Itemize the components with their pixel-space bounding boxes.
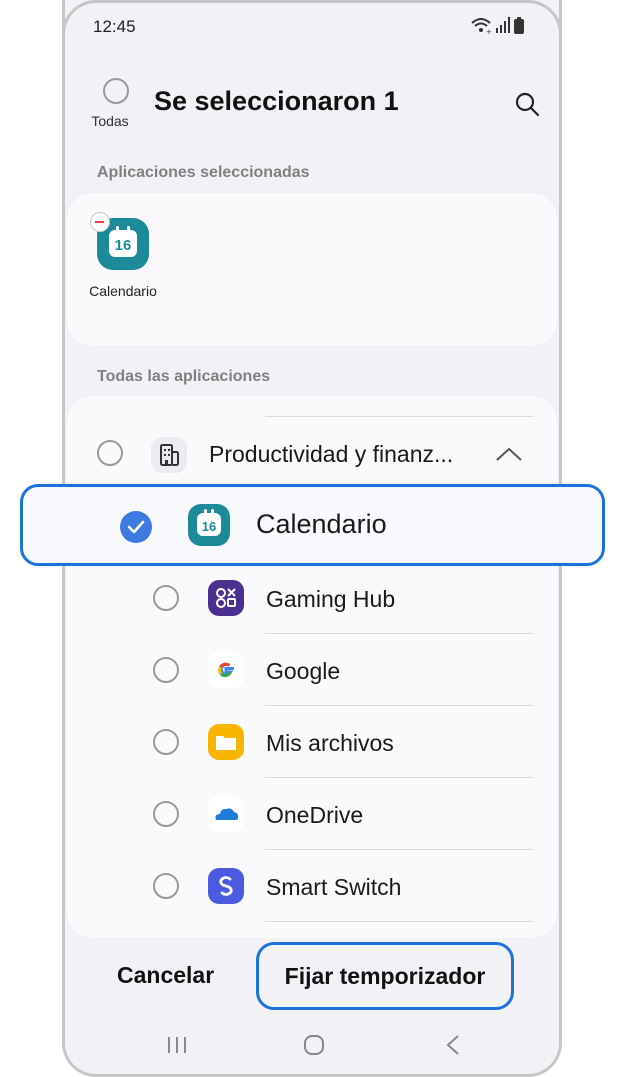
onedrive-icon — [208, 796, 244, 832]
calendar-icon-number: 16 — [201, 519, 217, 534]
divider — [265, 921, 533, 922]
app-row-onedrive[interactable]: OneDrive — [67, 778, 557, 850]
calendar-icon-number: 16 — [114, 237, 132, 254]
app-row-calendario[interactable]: 16 Calendario — [20, 484, 605, 566]
app-checkbox[interactable] — [153, 585, 179, 611]
chevron-up-icon[interactable] — [495, 445, 523, 463]
recents-icon[interactable] — [166, 1030, 188, 1060]
app-label: Gaming Hub — [266, 586, 396, 612]
set-timer-button[interactable]: Fijar temporizador — [256, 942, 514, 1010]
building-icon — [151, 437, 187, 473]
app-checkbox[interactable] — [153, 729, 179, 755]
signal-icon — [496, 17, 510, 33]
app-row-mis-archivos[interactable]: Mis archivos — [67, 706, 557, 778]
app-row-gaming-hub[interactable]: Gaming Hub — [67, 562, 557, 634]
app-label: Google — [266, 658, 341, 684]
svg-text:+: + — [486, 28, 492, 34]
select-all-checkbox[interactable] — [102, 78, 129, 104]
calendar-icon: 16 — [188, 504, 230, 546]
app-label: OneDrive — [266, 802, 364, 828]
category-label: Productividad y finanz... — [209, 441, 454, 467]
cancel-button[interactable]: Cancelar — [117, 962, 214, 989]
home-icon[interactable] — [302, 1030, 326, 1060]
app-checkbox[interactable] — [153, 657, 179, 683]
gaming-hub-icon — [208, 580, 244, 616]
search-icon[interactable] — [513, 90, 541, 118]
divider — [265, 416, 533, 417]
select-all-label: Todas — [91, 113, 129, 129]
google-icon — [208, 652, 244, 688]
folder-icon — [208, 724, 244, 760]
category-checkbox[interactable] — [97, 440, 123, 466]
app-row-smart-switch[interactable]: Smart Switch — [67, 850, 557, 922]
app-checkbox[interactable] — [153, 873, 179, 899]
all-apps-heading: Todas las aplicaciones — [97, 368, 271, 385]
select-all-toggle[interactable]: Todas — [86, 78, 134, 138]
app-label: Calendario — [256, 509, 387, 539]
app-label: Smart Switch — [266, 874, 402, 900]
page-title: Se seleccionaron 1 — [154, 86, 399, 116]
selected-app-label: Calendario — [89, 283, 157, 299]
checked-checkbox[interactable] — [120, 511, 152, 543]
remove-app-icon[interactable] — [90, 212, 110, 232]
app-checkbox[interactable] — [153, 801, 179, 827]
app-row-google[interactable]: Google — [67, 634, 557, 706]
wifi-icon: + — [471, 18, 492, 34]
status-time: 12:45 — [93, 17, 136, 36]
category-row-productivity[interactable]: Productividad y finanz... — [67, 418, 557, 488]
status-icons: + — [470, 16, 524, 34]
selected-apps-heading: Aplicaciones seleccionadas — [97, 164, 310, 181]
app-label: Mis archivos — [266, 730, 394, 756]
battery-icon — [514, 16, 524, 34]
back-icon[interactable] — [443, 1030, 463, 1060]
smart-switch-icon — [208, 868, 244, 904]
